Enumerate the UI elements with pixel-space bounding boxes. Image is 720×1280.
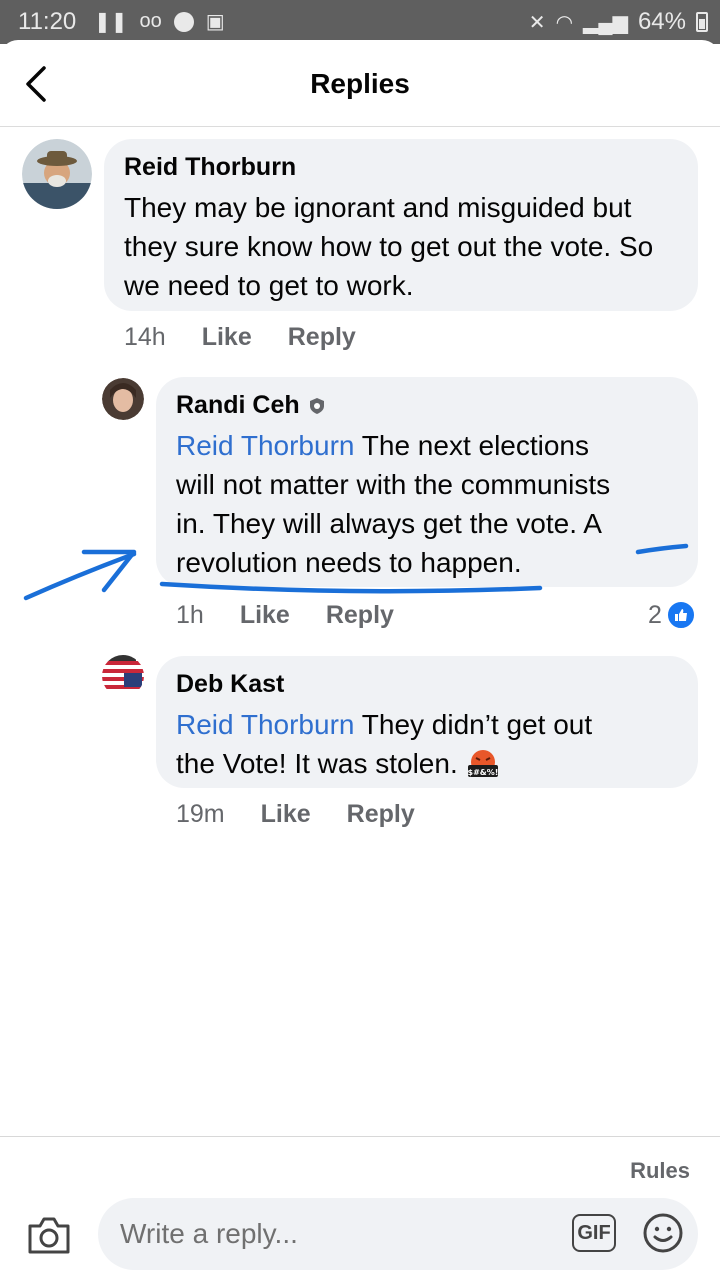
comment-actions: 19m Like Reply xyxy=(176,800,415,829)
avatar[interactable] xyxy=(102,378,144,420)
reply-button[interactable]: Reply xyxy=(326,601,394,630)
page-title: Replies xyxy=(310,68,410,99)
comment-actions: 14h Like Reply xyxy=(124,323,356,352)
emoji-label: $#&%! xyxy=(467,768,498,777)
comment-text: Reid Thorburn They didn’t get out the Vo… xyxy=(176,705,678,783)
comment-bubble: Reid Thorburn They may be ignorant and m… xyxy=(104,139,698,311)
like-button[interactable]: Like xyxy=(202,323,252,352)
signal-icon: ▂▄▆ xyxy=(583,11,628,34)
comment-text-line: The next elections xyxy=(361,430,590,461)
comment-author: Randi Ceh xyxy=(176,391,678,420)
footer-divider xyxy=(0,1136,720,1137)
header: Replies xyxy=(0,40,720,127)
cursing-face-emoji-icon: $#&%! xyxy=(467,749,498,777)
status-right-icons: ✕ ◠ ▂▄▆ 64% xyxy=(529,8,708,36)
reaction-count: 2 xyxy=(648,600,662,629)
comment-text-line: revolution needs to happen. xyxy=(176,547,522,578)
comment-time: 14h xyxy=(124,323,166,351)
mute-icon: ✕ xyxy=(528,11,546,34)
gif-button[interactable]: GIF xyxy=(572,1214,616,1252)
status-left-icons: ❚❚ oo ▣ xyxy=(94,9,225,34)
comment-author-name[interactable]: Randi Ceh xyxy=(176,391,300,420)
comment-text: Reid Thorburn The next elections will no… xyxy=(176,426,678,582)
comment-author[interactable]: Deb Kast xyxy=(176,670,678,699)
comment-text-line: will not matter with the communists xyxy=(176,469,611,500)
avatar-photo-randi xyxy=(102,378,144,420)
mention-link[interactable]: Reid Thorburn xyxy=(176,709,354,740)
like-button[interactable]: Like xyxy=(240,601,290,630)
comment-text: They may be ignorant and misguided but t… xyxy=(124,192,654,301)
avatar[interactable] xyxy=(102,655,144,697)
comment-text-line: the Vote! It was stolen. xyxy=(176,748,458,779)
image-icon: ▣ xyxy=(205,11,225,33)
rules-link[interactable]: Rules xyxy=(630,1158,690,1184)
comment-author[interactable]: Reid Thorburn xyxy=(124,153,678,182)
reply-button[interactable]: Reply xyxy=(288,323,356,352)
reply-button[interactable]: Reply xyxy=(347,800,415,829)
comment-bubble: Randi Ceh Reid Thorburn The next electio… xyxy=(156,377,698,587)
wifi-icon: ◠ xyxy=(555,11,574,34)
mention-link[interactable]: Reid Thorburn xyxy=(176,430,354,461)
like-button[interactable]: Like xyxy=(261,800,311,829)
comment-actions: 1h Like Reply xyxy=(176,601,394,630)
avatar[interactable] xyxy=(22,139,92,209)
comment-text-line: in. They will always get the vote. A xyxy=(176,508,602,539)
status-time: 11:20 xyxy=(18,8,77,35)
comment-time: 1h xyxy=(176,601,204,629)
avatar-photo-reid xyxy=(22,139,92,209)
comment-time: 19m xyxy=(176,800,225,828)
comment-bubble: Deb Kast Reid Thorburn They didn’t get o… xyxy=(156,656,698,788)
battery-icon xyxy=(696,12,708,32)
thumbs-up-icon xyxy=(665,600,696,630)
comment-text-line: They didn’t get out xyxy=(361,709,593,740)
voicemail-icon: oo xyxy=(139,10,162,32)
camera-icon xyxy=(28,1217,70,1254)
status-bar: 11:20 ❚❚ oo ▣ ✕ ◠ ▂▄▆ 64% xyxy=(0,0,720,44)
shield-badge-icon xyxy=(309,397,324,414)
battery-percent: 64% xyxy=(637,8,686,35)
reaction-summary[interactable]: 2 xyxy=(648,600,696,630)
camera-button[interactable] xyxy=(26,1214,72,1256)
emoji-button[interactable] xyxy=(642,1212,684,1254)
smiley-icon xyxy=(643,1213,683,1253)
pause-icon: ❚❚ xyxy=(94,11,128,33)
messenger-icon xyxy=(173,11,194,32)
avatar-flag-deb xyxy=(102,655,144,697)
